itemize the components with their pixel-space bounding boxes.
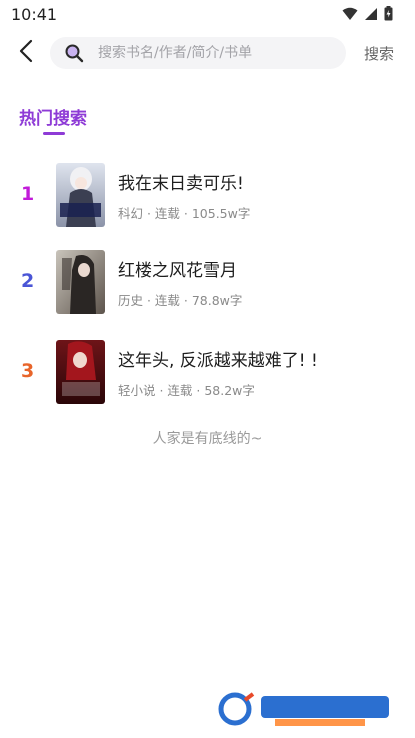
book-meta: 科幻 · 连载 · 105.5w字 <box>118 206 251 221</box>
book-cover-image <box>56 163 105 227</box>
search-button[interactable]: 搜索 <box>364 43 394 64</box>
book-list-item[interactable]: 2 红楼之风花雪月 历史 · 连载 · 78.8w字 <box>0 250 415 320</box>
book-list-item[interactable]: 1 我在末日卖可乐! 科幻 · 连载 · 105.5w字 <box>0 163 415 233</box>
book-list-item[interactable]: 3 这年头, 反派越来越难了! ! 轻小说 · 连载 · 58.2w字 <box>0 340 415 410</box>
rank-number: 2 <box>21 270 35 292</box>
status-bar: 10:41 <box>0 0 415 30</box>
rank-number: 1 <box>21 183 35 205</box>
search-icon <box>64 43 84 63</box>
search-bar[interactable] <box>50 37 346 69</box>
status-time: 10:41 <box>11 5 58 24</box>
status-icons <box>342 6 393 25</box>
section-title-underline <box>43 132 65 135</box>
book-title: 我在末日卖可乐! <box>118 174 244 194</box>
book-title: 这年头, 反派越来越难了! ! <box>118 351 318 371</box>
search-input[interactable] <box>98 45 338 61</box>
watermark-logo <box>215 690 395 728</box>
signal-icon <box>364 6 378 25</box>
book-meta: 历史 · 连载 · 78.8w字 <box>118 293 243 308</box>
back-button[interactable] <box>12 38 40 68</box>
book-meta: 轻小说 · 连载 · 58.2w字 <box>118 383 255 398</box>
wifi-icon <box>342 6 358 25</box>
book-cover-image <box>56 250 105 314</box>
book-title: 红楼之风花雪月 <box>118 261 237 281</box>
rank-number: 3 <box>21 360 35 382</box>
book-cover-image <box>56 340 105 404</box>
battery-icon <box>384 6 393 25</box>
section-title-hot-search: 热门搜索 <box>19 109 87 129</box>
chevron-left-icon <box>19 39 33 67</box>
end-of-list-note: 人家是有底线的~ <box>152 431 263 447</box>
